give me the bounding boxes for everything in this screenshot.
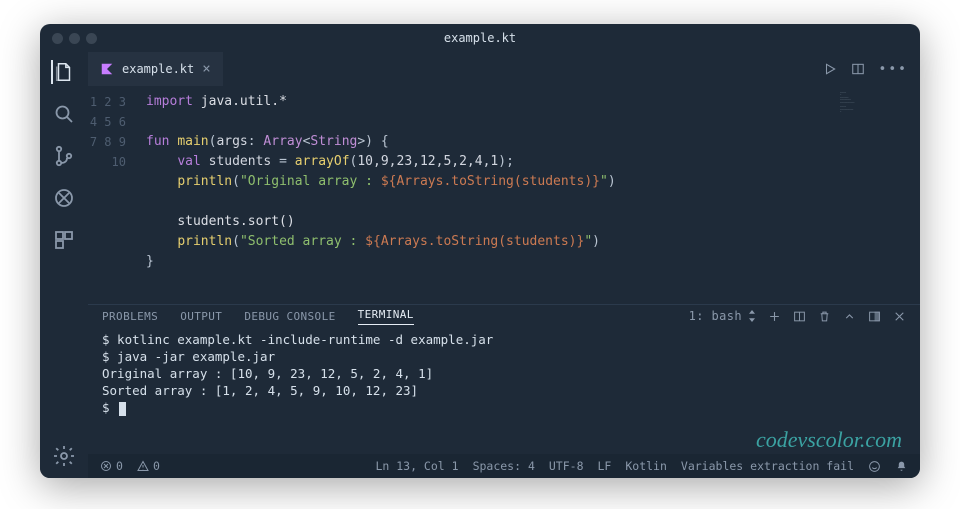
status-spaces[interactable]: Spaces: 4 [473,459,535,473]
new-terminal-icon[interactable] [768,310,781,323]
watermark: codevscolor.com [756,431,902,448]
feedback-icon[interactable] [868,460,881,473]
code-area[interactable]: import java.util.* fun main(args: Array<… [138,86,920,304]
max-dot[interactable] [86,33,97,44]
terminal-output[interactable]: $ kotlinc example.kt -include-runtime -d… [88,327,920,454]
min-dot[interactable] [69,33,80,44]
search-icon[interactable] [52,102,76,126]
code-editor[interactable]: ▬▬▬▬▬▬▬▬▬▬▬▬▬▬▬▬▬▬▬▬▬▬▬▬▬▬▬▬▬▬▬▬▬▬▬▬▬▬▬▬… [88,86,920,304]
notifications-icon[interactable] [895,460,908,473]
editor-actions: ••• [823,52,920,86]
maximize-panel-icon[interactable] [843,310,856,323]
terminal-selector[interactable]: 1: bash [689,309,756,323]
tab-terminal[interactable]: TERMINAL [358,308,414,325]
status-language[interactable]: Kotlin [625,459,667,473]
tab-problems[interactable]: PROBLEMS [102,310,158,323]
status-warnings[interactable]: 0 [137,459,160,473]
minimap[interactable]: ▬▬▬▬▬▬▬▬▬▬▬▬▬▬▬▬▬▬▬▬▬▬▬▬▬▬▬▬▬▬▬▬▬▬▬▬▬▬▬▬… [840,92,912,152]
split-terminal-icon[interactable] [793,310,806,323]
editor-window: example.kt [40,24,920,478]
tab-close-icon[interactable]: × [202,61,210,77]
tab-output[interactable]: OUTPUT [180,310,222,323]
status-position[interactable]: Ln 13, Col 1 [375,459,458,473]
explorer-icon[interactable] [51,60,75,84]
line-gutter: 1 2 3 4 5 6 7 8 9 10 [88,86,138,304]
split-editor-icon[interactable] [851,62,865,76]
kill-terminal-icon[interactable] [818,310,831,323]
status-eol[interactable]: LF [598,459,612,473]
extensions-icon[interactable] [52,228,76,252]
close-panel-icon[interactable] [893,310,906,323]
window-controls [52,33,97,44]
status-message[interactable]: Variables extraction fail [681,459,854,473]
settings-gear-icon[interactable] [52,444,76,468]
tab-label: example.kt [122,62,194,76]
more-icon[interactable]: ••• [879,62,908,77]
titlebar: example.kt [40,24,920,52]
terminal-cursor [119,402,126,416]
run-icon[interactable] [823,62,837,76]
window-title: example.kt [444,31,516,45]
activity-bar [40,52,88,478]
tab-debug-console[interactable]: DEBUG CONSOLE [244,310,335,323]
debug-icon[interactable] [52,186,76,210]
source-control-icon[interactable] [52,144,76,168]
tab-example-kt[interactable]: example.kt × [88,52,223,86]
bottom-panel: PROBLEMS OUTPUT DEBUG CONSOLE TERMINAL 1… [88,304,920,454]
kotlin-file-icon [100,62,114,76]
editor-tabs: example.kt × ••• [88,52,920,86]
status-errors[interactable]: 0 [100,459,123,473]
status-bar: 0 0 Ln 13, Col 1 Spaces: 4 UTF-8 LF Kotl… [88,454,920,478]
toggle-panel-icon[interactable] [868,310,881,323]
status-encoding[interactable]: UTF-8 [549,459,584,473]
close-dot[interactable] [52,33,63,44]
